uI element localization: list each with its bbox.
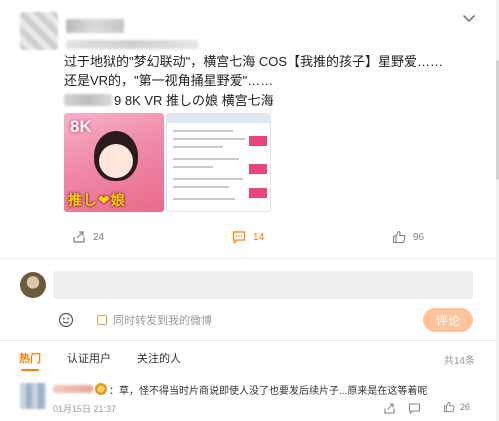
media-screenshot-image[interactable] xyxy=(166,113,271,212)
commenter-avatar[interactable] xyxy=(20,383,46,409)
shot-header xyxy=(167,114,270,123)
repost-icon xyxy=(73,231,85,243)
shot-text xyxy=(173,146,223,148)
shot-text xyxy=(173,178,243,180)
reply-icon[interactable] xyxy=(408,402,421,415)
like-icon xyxy=(443,401,455,413)
comment-button[interactable]: 14 xyxy=(232,230,264,244)
comment-like-button[interactable]: 26 xyxy=(443,401,470,413)
post-text-line: 过于地狱的"梦幻联动"，横宫七海 COS【我推的孩子】星野爱…… xyxy=(64,54,444,69)
author-name[interactable] xyxy=(66,19,124,33)
tab-hot[interactable]: 热门 xyxy=(19,350,41,371)
divider xyxy=(0,340,499,341)
commenter-badge-icon xyxy=(95,383,107,395)
comment-like-count: 26 xyxy=(460,402,471,412)
chevron-down-icon[interactable] xyxy=(461,10,477,26)
commenter-name[interactable] xyxy=(53,385,93,393)
cover-title: 推し❤娘 xyxy=(68,192,126,208)
tab-verified-users[interactable]: 认证用户 xyxy=(67,350,111,366)
cover-face xyxy=(94,131,138,181)
repost-checkbox-label[interactable]: 同时转发到我的微博 xyxy=(113,312,212,328)
shot-text xyxy=(173,198,235,200)
comment-tabs: 热门 认证用户 关注的人 xyxy=(19,350,207,371)
reference-text: 9 8K VR 推しの娘 横宫七海 xyxy=(114,93,274,108)
media-cover-image[interactable]: 8K 推し❤娘 xyxy=(64,113,164,212)
total-comment-count: 共14条 xyxy=(443,356,475,367)
comment-count: 14 xyxy=(253,231,265,243)
author-avatar[interactable] xyxy=(20,12,58,50)
comment-text: ：草，怪不得当时片商说即使人没了也要发后续片子...原来是在这等着呢 xyxy=(109,386,428,397)
post-text-line: 还是VR的，"第一视角捅星野爱"…… xyxy=(64,73,274,88)
shot-highlight xyxy=(249,136,267,146)
shot-text xyxy=(173,138,245,140)
reference-line: 9 8K VR 推しの娘 横宫七海 xyxy=(64,91,274,110)
shot-highlight xyxy=(249,188,267,198)
repost-checkbox[interactable] xyxy=(97,315,107,325)
post-meta xyxy=(66,40,198,49)
submit-comment-button[interactable]: 评论 xyxy=(423,308,473,332)
post-text: 过于地狱的"梦幻联动"，横宫七海 COS【我推的孩子】星野爱…… 还是VR的，"… xyxy=(64,52,484,90)
share-icon[interactable] xyxy=(383,402,396,415)
repost-button[interactable]: 24 xyxy=(72,230,104,244)
reference-blur xyxy=(64,94,112,106)
like-icon xyxy=(392,230,406,244)
comment-input[interactable] xyxy=(53,271,473,299)
comment-icon xyxy=(232,231,246,244)
shot-text xyxy=(173,130,233,132)
tab-following[interactable]: 关注的人 xyxy=(137,350,181,366)
shot-text xyxy=(173,186,229,188)
repost-count: 24 xyxy=(93,231,105,243)
divider xyxy=(0,258,499,259)
like-button[interactable]: 96 xyxy=(392,230,424,244)
like-count: 96 xyxy=(413,231,425,243)
my-avatar[interactable] xyxy=(20,272,46,298)
shot-text xyxy=(173,166,213,168)
shot-highlight xyxy=(249,164,267,174)
shot-text xyxy=(173,158,239,160)
emoji-icon[interactable] xyxy=(58,312,74,328)
cover-badge: 8K xyxy=(70,117,92,136)
comment-time: 01月15日 21:37 xyxy=(53,404,117,414)
